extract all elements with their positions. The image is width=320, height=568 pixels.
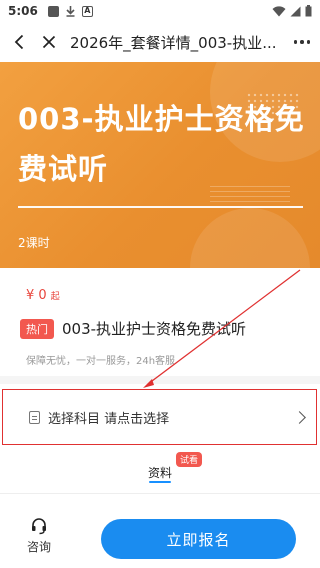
nav-bar: 2026年_套餐详情_003-执业... [0, 22, 320, 62]
notification-icons: A [47, 5, 93, 17]
image-notification-icon [47, 5, 59, 17]
lesson-count: 2课时 [18, 236, 50, 250]
bottom-action-bar: 咨询 立即报名 [0, 505, 320, 568]
tab-active-indicator [149, 481, 171, 483]
course-name: 003-执业护士资格免费试听 [62, 320, 247, 338]
close-button[interactable] [34, 22, 64, 62]
service-guarantee: 保障无忧，一对一服务，24h客服 [26, 356, 176, 367]
battery-icon [305, 5, 312, 17]
price-amount: ¥ 0 [26, 288, 47, 303]
select-subject-row[interactable]: 选择科目 请点击选择 [2, 389, 317, 445]
tab-bar: 资料 试看 [0, 450, 320, 494]
hot-badge: 热门 [20, 318, 54, 339]
select-subject-label: 选择科目 请点击选择 [48, 411, 170, 427]
course-title-row: 热门 003-执业护士资格免费试听 [20, 318, 246, 339]
download-icon [66, 6, 75, 17]
signup-button[interactable]: 立即报名 [101, 519, 296, 559]
back-arrow-icon [14, 34, 24, 50]
more-dot [306, 40, 311, 44]
course-banner: 003-执业护士资格免费试听 2课时 [0, 62, 320, 268]
tab-materials[interactable]: 资料 [148, 464, 172, 481]
section-divider [0, 376, 320, 384]
headset-icon [32, 518, 46, 535]
clipboard-icon [29, 410, 40, 424]
more-dot [300, 40, 304, 44]
more-dot [293, 40, 298, 44]
more-button[interactable] [284, 22, 320, 62]
a-notification-icon: A [81, 5, 93, 17]
status-bar: 5:06 A [0, 0, 320, 22]
close-icon [42, 35, 56, 49]
chevron-right-icon [293, 410, 306, 424]
banner-decoration [190, 208, 310, 268]
signal-icon [290, 6, 301, 16]
status-time: 5:06 [8, 4, 38, 18]
price: ¥ 0 起 [26, 288, 60, 303]
banner-divider [18, 206, 303, 208]
wifi-icon [272, 5, 286, 16]
trial-badge: 试看 [176, 452, 203, 467]
banner-title: 003-执业护士资格免费试听 [18, 102, 305, 186]
page-title: 2026年_套餐详情_003-执业... [70, 33, 277, 52]
consult-button[interactable]: 咨询 [22, 517, 56, 555]
consult-label: 咨询 [26, 540, 51, 554]
back-button[interactable] [4, 22, 34, 62]
price-unit: 起 [50, 292, 60, 302]
